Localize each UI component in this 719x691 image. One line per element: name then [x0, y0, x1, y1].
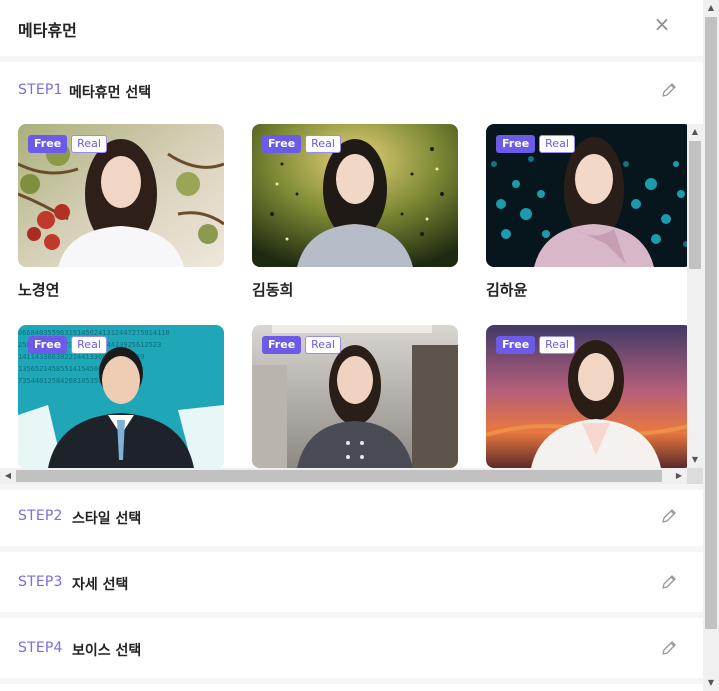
real-badge: Real	[305, 336, 341, 354]
scroll-thumb[interactable]	[689, 141, 701, 269]
step4-title: 보이스 선택	[72, 643, 142, 659]
avatar-card[interactable]: Free Real 노경연	[18, 124, 224, 299]
scroll-right-icon[interactable]: ▶	[671, 468, 687, 484]
avatar-thumbnail[interactable]: Free Real	[486, 124, 687, 267]
avatar-name: 김하윤	[486, 281, 528, 299]
step1-title: 메타휴먼 선택	[69, 85, 152, 101]
avatar-card[interactable]: Free Real	[252, 325, 458, 468]
scrollbar-corner	[687, 468, 703, 484]
step3-label: STEP3	[18, 574, 63, 590]
avatar-thumbnail[interactable]: Free Real	[252, 124, 458, 267]
real-badge: Real	[539, 135, 575, 153]
step1-label: STEP1	[18, 82, 63, 98]
divider	[0, 56, 703, 62]
panel-header: 메타휴먼 ×	[0, 0, 703, 56]
scroll-up-icon[interactable]: ▲	[703, 0, 719, 16]
pencil-icon[interactable]	[660, 507, 678, 525]
real-badge: Real	[539, 336, 575, 354]
free-badge: Free	[496, 135, 536, 153]
free-badge: Free	[262, 135, 302, 153]
step2-header[interactable]: STEP2 스타일 선택	[0, 497, 703, 537]
free-badge: Free	[496, 336, 536, 354]
scroll-up-icon[interactable]: ▲	[687, 124, 703, 140]
divider	[0, 678, 703, 684]
panel-title: 메타휴먼	[18, 21, 77, 40]
step3-header[interactable]: STEP3 자세 선택	[0, 563, 703, 603]
pencil-icon[interactable]	[660, 81, 678, 99]
divider	[0, 612, 703, 618]
scroll-thumb[interactable]	[705, 17, 717, 629]
scroll-down-icon[interactable]: ▼	[703, 675, 719, 691]
avatar-thumbnail[interactable]: Free Real	[252, 325, 458, 468]
avatar-grid: Free Real 노경연 Free Real 김동희 Free Real 김하…	[0, 124, 687, 468]
scroll-left-icon[interactable]: ◀	[0, 468, 16, 484]
avatar-thumbnail[interactable]: Free Real	[18, 124, 224, 267]
real-badge: Real	[71, 336, 107, 354]
step4-label: STEP4	[18, 640, 63, 656]
avatar-card[interactable]: Free Real 김하윤	[486, 124, 687, 299]
avatar-name: 노경연	[18, 281, 60, 299]
avatar-card[interactable]: Free Real	[486, 325, 687, 468]
page-vertical-scrollbar[interactable]: ▲ ▼	[703, 0, 719, 691]
avatar-thumbnail[interactable]: Free Real	[486, 325, 687, 468]
grid-vertical-scrollbar[interactable]: ▲ ▼	[687, 124, 703, 468]
pencil-icon[interactable]	[660, 639, 678, 657]
real-badge: Real	[71, 135, 107, 153]
free-badge: Free	[28, 336, 68, 354]
divider	[0, 546, 703, 552]
avatar-thumbnail[interactable]: 066840355963191456241312447275914118 258…	[18, 325, 224, 468]
step2-title: 스타일 선택	[72, 511, 142, 527]
step1-header[interactable]: STEP1 메타휴먼 선택	[0, 71, 703, 111]
avatar-name: 김동희	[252, 281, 294, 299]
free-badge: Free	[262, 336, 302, 354]
divider	[0, 484, 703, 490]
scroll-down-icon[interactable]: ▼	[687, 452, 703, 468]
metahuman-panel: 메타휴먼 × STEP1 메타휴먼 선택 Free Real 노경연 Free …	[0, 0, 703, 691]
pencil-icon[interactable]	[660, 573, 678, 591]
real-badge: Real	[305, 135, 341, 153]
close-icon[interactable]: ×	[652, 14, 672, 34]
step3-title: 자세 선택	[72, 577, 129, 593]
free-badge: Free	[28, 135, 68, 153]
grid-horizontal-scrollbar[interactable]: ◀ ▶	[0, 468, 687, 484]
avatar-card[interactable]: Free Real 김동희	[252, 124, 458, 299]
avatar-card[interactable]: 066840355963191456241312447275914118 258…	[18, 325, 224, 468]
step4-header[interactable]: STEP4 보이스 선택	[0, 629, 703, 669]
scroll-thumb[interactable]	[16, 470, 662, 482]
step2-label: STEP2	[18, 508, 63, 524]
